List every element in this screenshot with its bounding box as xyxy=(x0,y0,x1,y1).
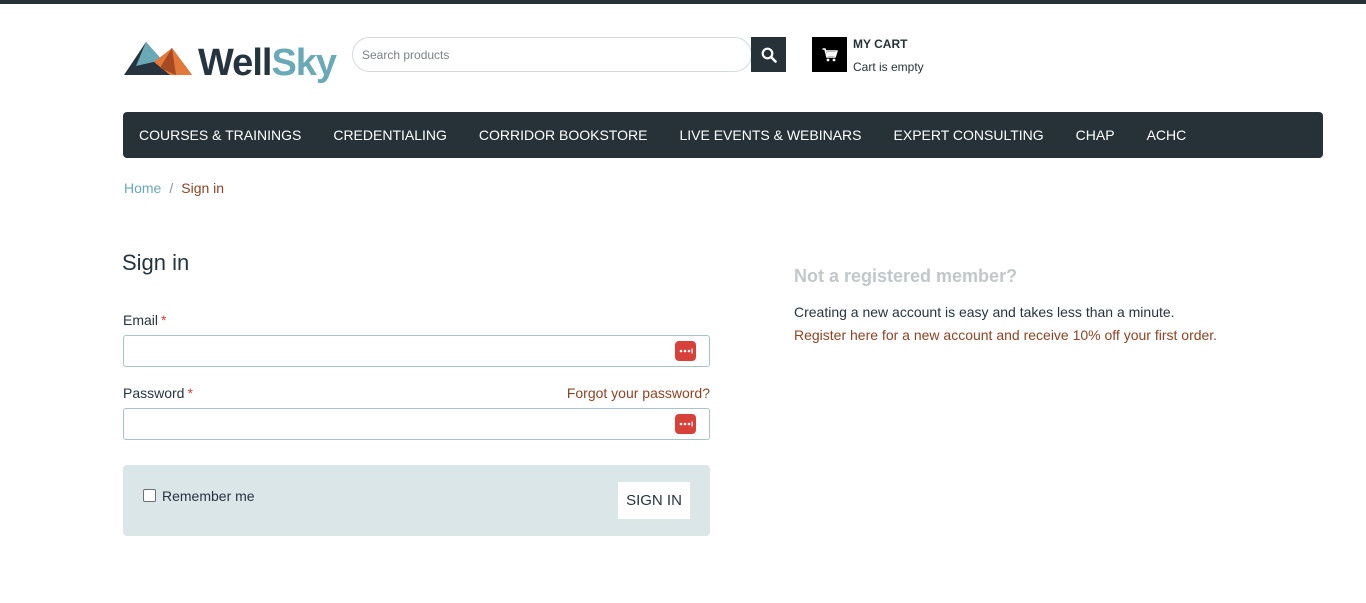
email-label: Email * xyxy=(123,312,166,328)
password-field-wrapper xyxy=(123,408,710,440)
remember-me-panel: Remember me SIGN IN xyxy=(123,465,710,536)
breadcrumb-separator: / xyxy=(169,180,174,196)
logo-text-well: Well xyxy=(198,42,272,84)
breadcrumb-current: Sign in xyxy=(181,180,225,196)
nav-item-courses-trainings[interactable]: COURSES & TRAININGS xyxy=(139,127,301,143)
sign-in-button[interactable]: SIGN IN xyxy=(618,482,690,519)
cart-title[interactable]: MY CART xyxy=(853,37,907,51)
dots-icon xyxy=(679,421,693,427)
mountain-logo-icon xyxy=(124,42,192,75)
page-title: Sign in xyxy=(122,250,190,275)
remember-me-label[interactable]: Remember me xyxy=(162,488,255,504)
dots-icon xyxy=(679,348,693,354)
cart-button[interactable] xyxy=(812,37,847,72)
cart-status: Cart is empty xyxy=(853,60,924,74)
remember-me-checkbox[interactable] xyxy=(143,489,156,502)
logo-text-sky: Sky xyxy=(271,42,337,84)
password-label-text: Password xyxy=(123,385,185,401)
search-button[interactable] xyxy=(751,37,786,72)
logo-wordmark: WellSky xyxy=(198,42,337,84)
nav-item-chap[interactable]: CHAP xyxy=(1076,127,1115,143)
email-field-wrapper xyxy=(123,335,710,367)
email-field[interactable] xyxy=(124,336,709,366)
breadcrumb-home-link[interactable]: Home xyxy=(124,180,161,196)
nav-item-live-events-webinars[interactable]: LIVE EVENTS & WEBINARS xyxy=(679,127,861,143)
password-manager-icon[interactable] xyxy=(675,414,696,434)
search-bar xyxy=(352,37,752,72)
top-border xyxy=(0,0,1366,4)
password-label: Password * xyxy=(123,385,193,401)
nav-item-corridor-bookstore[interactable]: CORRIDOR BOOKSTORE xyxy=(479,127,648,143)
main-navigation: COURSES & TRAININGS CREDENTIALING CORRID… xyxy=(123,112,1323,158)
create-account-text: Creating a new account is easy and takes… xyxy=(794,304,1175,320)
nav-item-achc[interactable]: ACHC xyxy=(1147,127,1187,143)
not-registered-heading: Not a registered member? xyxy=(794,266,1018,286)
password-manager-icon[interactable] xyxy=(675,341,696,361)
required-mark: * xyxy=(187,385,193,401)
breadcrumb: Home / Sign in xyxy=(124,180,224,196)
nav-item-expert-consulting[interactable]: EXPERT CONSULTING xyxy=(894,127,1044,143)
register-link[interactable]: Register here for a new account and rece… xyxy=(794,327,1217,343)
required-mark: * xyxy=(161,312,167,328)
nav-item-credentialing[interactable]: CREDENTIALING xyxy=(333,127,447,143)
search-icon xyxy=(761,47,777,63)
email-label-text: Email xyxy=(123,312,159,328)
forgot-password-link[interactable]: Forgot your password? xyxy=(567,385,710,401)
search-input[interactable] xyxy=(353,38,751,71)
password-field[interactable] xyxy=(124,409,709,439)
wellsky-logo[interactable]: WellSky xyxy=(124,40,337,86)
cart-icon xyxy=(822,47,838,61)
